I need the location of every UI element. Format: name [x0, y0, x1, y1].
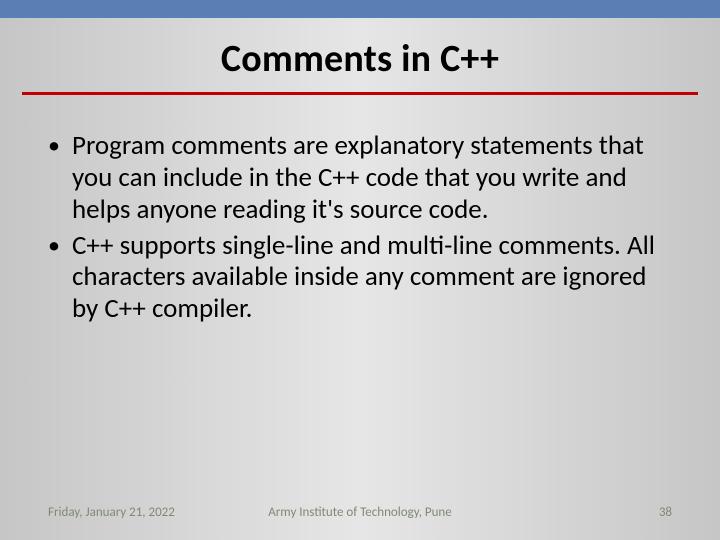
- slide-body: Program comments are explanatory stateme…: [44, 130, 676, 329]
- slide-footer: Friday, January 21, 2022 Army Institute …: [48, 505, 672, 520]
- slide: Comments in C++ Program comments are exp…: [0, 0, 720, 540]
- title-underline: [22, 92, 698, 95]
- bullet-item: C++ supports single-line and multi-line …: [44, 230, 676, 326]
- top-accent-bar: [0, 0, 720, 18]
- slide-title: Comments in C++: [0, 36, 720, 82]
- bullet-item: Program comments are explanatory stateme…: [44, 130, 676, 226]
- bullet-list: Program comments are explanatory stateme…: [44, 130, 676, 325]
- footer-center: Army Institute of Technology, Pune: [48, 505, 672, 520]
